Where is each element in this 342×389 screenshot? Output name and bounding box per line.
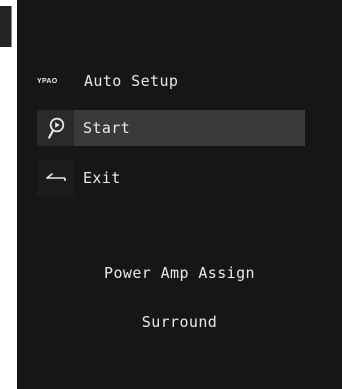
menu-item-exit[interactable]: Exit <box>37 160 305 196</box>
title-row: YPAO Auto Setup <box>37 68 178 94</box>
page-title: Auto Setup <box>84 72 179 90</box>
ypao-logo: YPAO <box>37 77 58 85</box>
menu-item-start[interactable]: Start <box>37 110 305 146</box>
menu-item-start-label: Start <box>74 110 305 146</box>
info-surround: Surround <box>141 313 218 331</box>
adjacent-panel-edge <box>0 6 12 47</box>
menu-item-exit-label: Exit <box>83 169 121 187</box>
device-frame: YPAO Auto Setup Start Exit Power Amp Ass… <box>0 0 342 389</box>
microphone-icon <box>37 110 74 146</box>
return-arrow-icon <box>37 160 74 196</box>
info-power-amp-assign: Power Amp Assign <box>104 264 255 282</box>
